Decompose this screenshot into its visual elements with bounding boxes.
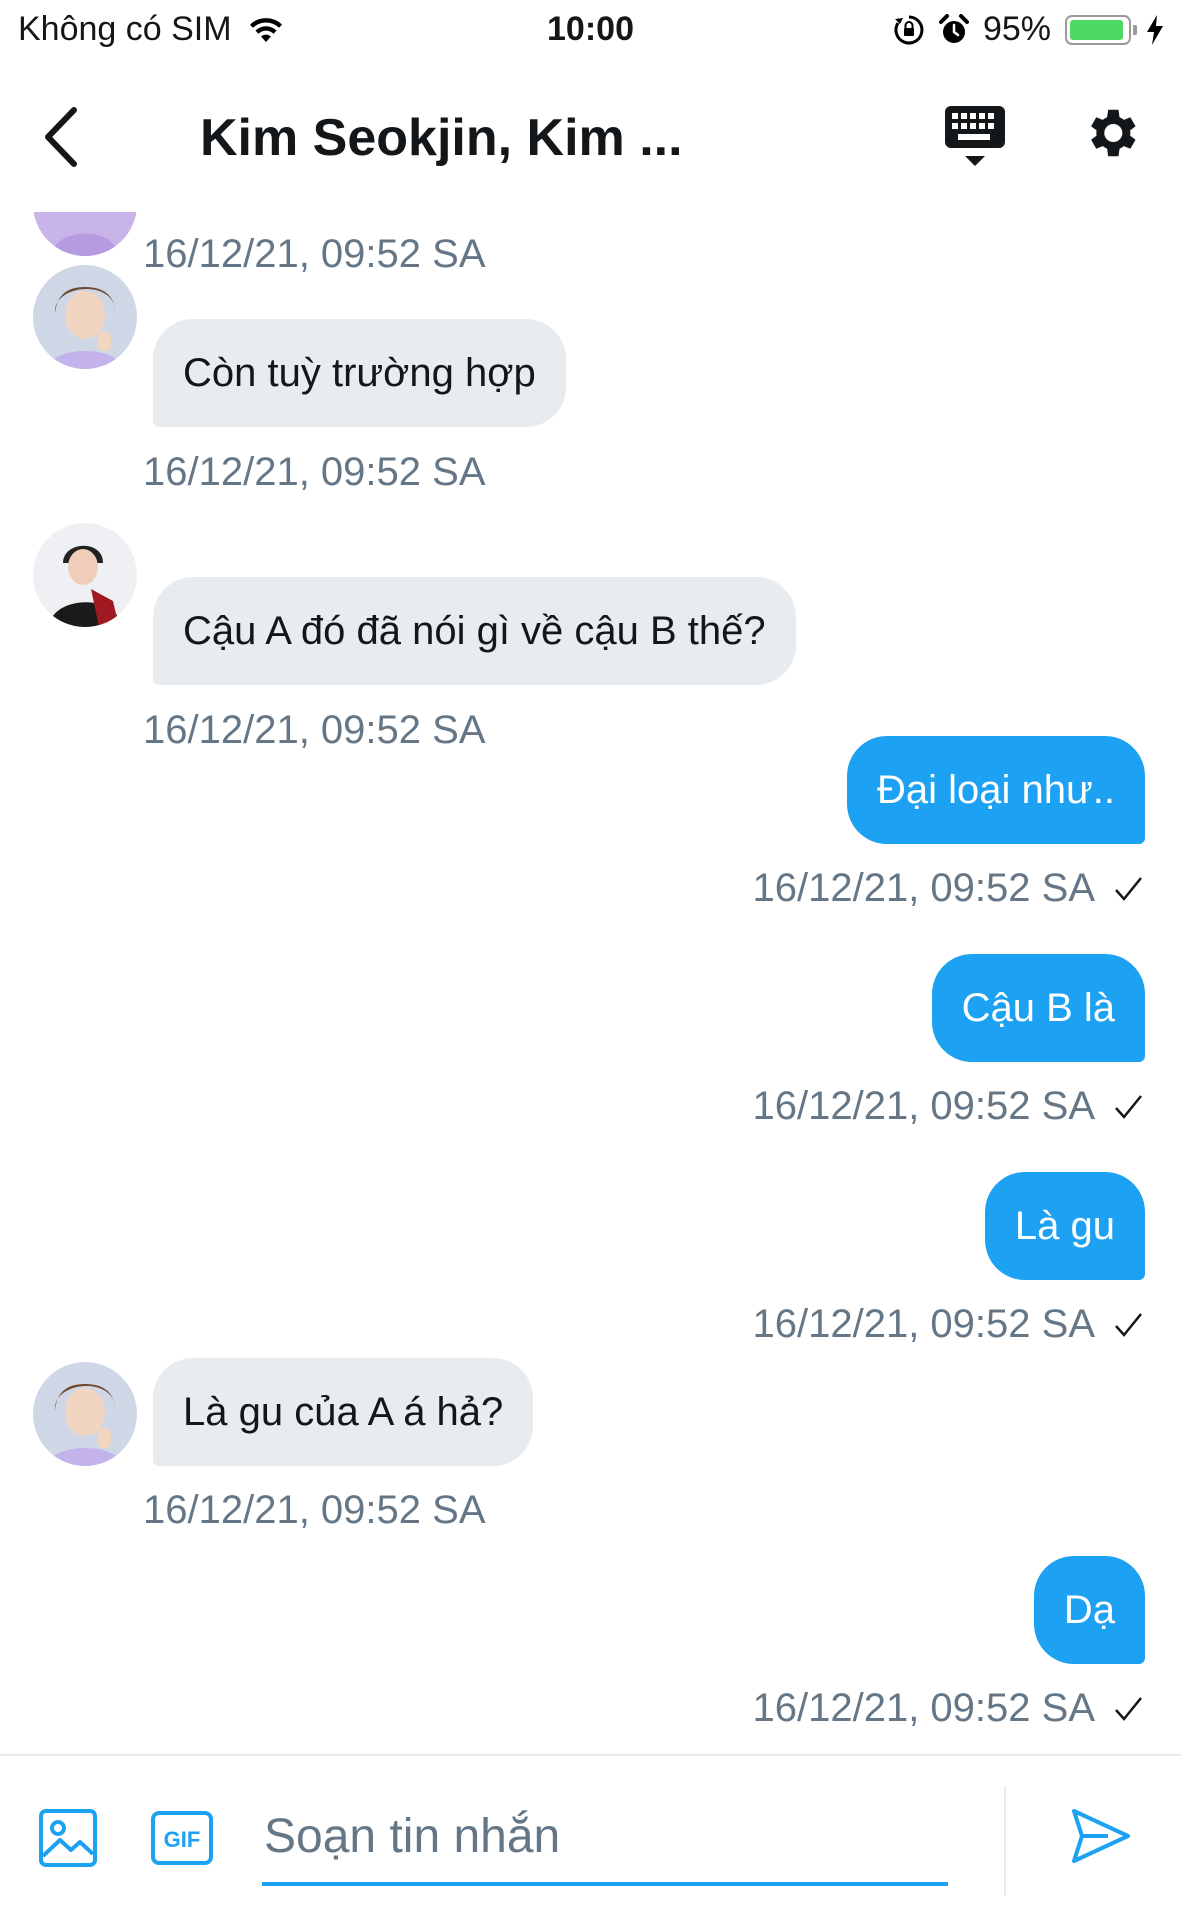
message-input[interactable] [262,1790,948,1886]
message-bubble-incoming[interactable]: Cậu A đó đã nói gì về cậu B thế? [153,577,796,685]
avatar[interactable] [33,1362,137,1466]
svg-text:GIF: GIF [164,1827,201,1852]
conversation-header: Kim Seokjin, Kim ... [0,62,1181,212]
message-bubble-incoming[interactable]: Còn tuỳ trường hợp [153,319,566,427]
gear-icon [1091,109,1136,157]
settings-button[interactable] [1080,102,1142,164]
battery-fill [1070,19,1124,40]
add-gif-button[interactable]: GIF [150,1810,214,1866]
timestamp-text: 16/12/21, 09:52 SA [752,866,1096,910]
message-timestamp: 16/12/21, 09:52 SA [753,1302,1144,1347]
message-bubble-outgoing[interactable]: Là gu [984,1172,1145,1280]
message-composer: GIF [0,1754,1181,1920]
message-timestamp: 16/12/21, 09:52 SA [753,1686,1144,1731]
status-bar: Không có SIM 10:00 95% [0,0,1181,62]
sent-check-icon [1115,1696,1142,1721]
avatar-image [33,212,137,256]
send-icon [1072,1809,1130,1863]
back-button[interactable] [38,102,88,172]
send-button[interactable] [1070,1806,1132,1866]
keyboard-icon [945,106,1005,166]
conversation-title[interactable]: Kim Seokjin, Kim ... [200,108,683,168]
image-icon [39,1809,97,1867]
avatar[interactable] [33,212,137,256]
message-timestamp: 16/12/21, 09:52 SA [143,708,486,752]
charging-bolt-icon [1147,14,1163,45]
timestamp-text: 16/12/21, 09:52 SA [752,1084,1096,1128]
message-timestamp: 16/12/21, 09:52 SA [753,866,1144,911]
status-right: 95% [893,10,1165,49]
battery-percent: 95% [982,10,1051,48]
message-timestamp: 16/12/21, 09:52 SA [753,1084,1144,1129]
avatar-image [33,265,137,369]
timestamp-text: 16/12/21, 09:52 SA [752,1302,1096,1346]
keyboard-button[interactable] [944,104,1006,170]
avatar-image [33,1362,137,1466]
message-bubble-incoming[interactable]: Là gu của A á hả? [153,1358,534,1466]
gif-icon: GIF [151,1811,213,1865]
timestamp-text: 16/12/21, 09:52 SA [752,1686,1096,1730]
battery-icon [1065,14,1137,45]
sent-check-icon [1115,1094,1142,1119]
orientation-lock-icon [894,15,924,44]
avatar[interactable] [33,265,137,369]
composer-divider [1004,1786,1006,1896]
message-timestamp: 16/12/21, 09:52 SA [143,232,486,276]
back-chevron-icon [45,107,77,167]
message-timestamp: 16/12/21, 09:52 SA [143,450,486,494]
add-image-button[interactable] [38,1808,98,1868]
avatar-image [33,523,137,627]
alarm-icon [938,13,969,43]
sent-check-icon [1115,876,1142,901]
message-bubble-outgoing[interactable]: Dạ [1033,1556,1145,1664]
message-list[interactable]: 16/12/21, 09:52 SA Còn tuỳ trường hợp 16… [0,212,1181,1752]
message-timestamp: 16/12/21, 09:52 SA [143,1488,486,1532]
message-bubble-outgoing[interactable]: Cậu B là [931,954,1145,1062]
message-bubble-outgoing[interactable]: Đại loại như.. [846,736,1145,844]
avatar[interactable] [33,523,137,627]
sent-check-icon [1115,1312,1142,1337]
